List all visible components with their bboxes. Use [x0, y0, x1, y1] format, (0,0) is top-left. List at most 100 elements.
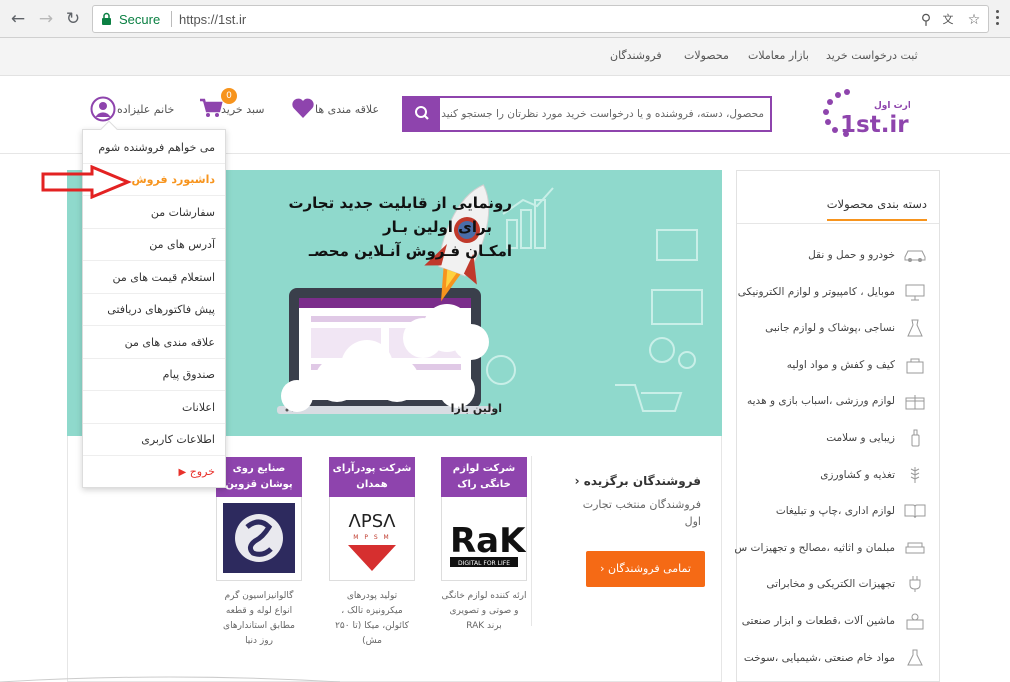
site-logo[interactable]: 1st.ir تجارت اول	[820, 88, 910, 140]
cart-count-badge: 0	[221, 88, 237, 104]
featured-title-label: فروشندگان برگزیده	[583, 474, 701, 488]
search-input[interactable]	[440, 98, 770, 130]
logo-text: 1st.ir	[840, 112, 909, 138]
browser-toolbar: ← → ↻ Secure https://1st.ir ⚲ 文 ☆	[0, 0, 1010, 38]
annotation-arrow-icon	[41, 165, 132, 199]
sofa-icon	[905, 542, 925, 554]
category-label: مبلمان و اثاثیه ،مصالح و تجهیزات س	[734, 542, 895, 554]
monitor-icon	[905, 284, 925, 301]
url-text[interactable]: https://1st.ir	[179, 12, 246, 27]
vendor-logo-text: RaK	[450, 521, 526, 561]
category-item[interactable]: لوازم اداری ،چاپ و تبلیغات	[776, 501, 927, 521]
category-item[interactable]: تغذیه و کشاورزی	[820, 465, 927, 485]
category-label: خودرو و حمل و نقل	[808, 249, 895, 261]
logo-caption: تجارت اول	[874, 101, 910, 111]
search-box	[402, 96, 772, 132]
topbar-link-market[interactable]: بازار معاملات	[748, 49, 809, 62]
dress-icon	[907, 319, 923, 337]
flask-icon	[907, 649, 923, 666]
reload-icon[interactable]: ↻	[63, 9, 83, 29]
translate-icon[interactable]: 文	[939, 11, 957, 29]
category-item[interactable]: مبلمان و اثاثیه ،مصالح و تجهیزات س	[734, 538, 927, 558]
vendor-card[interactable]: صنایع روی پوشان قزوین گالوانیزاسیون گرم …	[216, 457, 302, 649]
vendor-description: ارئه کننده لوازم خانگی و صوتی و تصویری ب…	[441, 591, 527, 631]
menu-item-received-invoices[interactable]: پیش فاکتورهای دریافتی	[83, 294, 225, 326]
vendor-description: تولید پودرهای میکرونیزه تالک ، کائولن، م…	[335, 591, 409, 646]
book-icon	[904, 504, 926, 519]
category-label: موبایل ، کامپیوتر و لوازم الکترونیکی	[737, 286, 895, 298]
category-item[interactable]: ماشین آلات ،قطعات و ابزار صنعتی	[742, 611, 927, 631]
vendor-name: صنایع روی پوشان قزوین	[216, 457, 302, 497]
wheat-icon	[910, 467, 920, 483]
category-item[interactable]: زیبایی و سلامت	[826, 428, 927, 448]
menu-item-my-favorites[interactable]: علاقه مندی های من	[83, 327, 225, 359]
topbar-link-products[interactable]: محصولات	[684, 49, 729, 62]
menu-item-inbox[interactable]: صندوق پیام	[83, 359, 225, 391]
section-divider	[531, 456, 532, 626]
scroll-shadow	[0, 676, 340, 682]
address-bar[interactable]: Secure https://1st.ir ⚲ 文 ☆	[92, 5, 989, 33]
vendor-logo-subtext: M P S M	[353, 534, 391, 541]
category-item[interactable]: موبایل ، کامپیوتر و لوازم الکترونیکی	[738, 282, 927, 302]
category-sidebar: دسته بندی محصولات خودرو و حمل و نقل موبا…	[734, 170, 940, 682]
user-name: خانم علیزاده	[117, 103, 175, 116]
category-label: تغذیه و کشاورزی	[820, 469, 895, 481]
vendor-logo	[216, 497, 302, 581]
category-label: لوازم اداری ،چاپ و تبلیغات	[775, 505, 895, 517]
all-sellers-button[interactable]: تمامی فروشندگان ‹	[586, 551, 705, 587]
menu-item-become-seller[interactable]: می خواهم فروشنده شوم	[83, 132, 225, 164]
menu-item-price-inquiries[interactable]: استعلام قیمت های من	[83, 262, 225, 294]
category-label: لوازم ورزشی ،اسباب بازی و هدیه	[747, 395, 895, 407]
secure-label: Secure	[119, 12, 161, 27]
category-item[interactable]: نساجی ،پوشاک و لوازم جانبی	[765, 318, 927, 338]
vendor-card[interactable]: شرکت پودرآرای همدان ΛPSΛ M P S M تولید پ…	[329, 457, 415, 649]
user-avatar-icon	[90, 96, 116, 122]
banner-line-2: برای اولین بـار	[382, 218, 492, 236]
machine-icon	[906, 613, 924, 630]
category-label: مواد خام صنعتی ،شیمیایی ،سوخت	[743, 652, 895, 664]
category-item[interactable]: تجهیزات الکتریکی و مخابراتی	[766, 574, 927, 594]
topbar-link-sellers[interactable]: فروشندگان	[610, 49, 662, 62]
car-icon	[904, 250, 926, 262]
forward-arrow-icon[interactable]: →	[36, 9, 56, 29]
zoom-icon[interactable]: ⚲	[917, 11, 935, 29]
lock-icon	[102, 12, 111, 25]
search-button[interactable]	[404, 98, 440, 130]
menu-item-notifications[interactable]: اعلانات	[83, 392, 225, 424]
bag-icon	[906, 358, 924, 374]
cart-label: سبد خرید	[221, 103, 265, 116]
category-label: کیف و کفش و مواد اولیه	[786, 359, 895, 371]
wishlist-label: علاقه مندی ها	[315, 103, 380, 116]
sidebar-divider	[737, 223, 939, 224]
bottle-icon	[911, 429, 920, 447]
heart-icon	[292, 98, 314, 118]
logout-label: خروج	[189, 465, 215, 478]
browser-menu-icon[interactable]	[996, 10, 1000, 28]
vendor-name: شرکت پودرآرای همدان	[329, 457, 415, 497]
category-label: زیبایی و سلامت	[826, 432, 895, 444]
menu-item-logout[interactable]: خروج ▶	[83, 456, 225, 488]
vendor-card[interactable]: شرکت لوازم خانگی راک RaK DIGITAL FOR LIF…	[441, 457, 527, 634]
category-label: تجهیزات الکتریکی و مخابراتی	[766, 578, 895, 590]
mpsm-logo: ΛPSΛ M P S M	[348, 511, 396, 571]
back-arrow-icon[interactable]: ←	[8, 9, 28, 29]
menu-item-user-info[interactable]: اطلاعات کاربری	[83, 424, 225, 456]
banner-footer-text: اولین بازا	[450, 402, 502, 415]
all-sellers-label: تمامی فروشندگان	[607, 562, 691, 575]
logout-icon: ▶	[178, 467, 187, 478]
category-item[interactable]: مواد خام صنعتی ،شیمیایی ،سوخت	[744, 648, 927, 668]
topbar-link-request[interactable]: ثبت درخواست خرید	[826, 49, 918, 62]
category-item[interactable]: لوازم ورزشی ،اسباب بازی و هدیه	[747, 391, 927, 411]
menu-item-my-addresses[interactable]: آدرس های من	[83, 229, 225, 261]
category-item[interactable]: خودرو و حمل و نقل	[808, 245, 927, 265]
menu-item-my-orders[interactable]: سفارشات من	[83, 197, 225, 229]
address-separator	[171, 11, 172, 27]
category-label: ماشین آلات ،قطعات و ابزار صنعتی	[741, 615, 895, 627]
vendor-description: گالوانیزاسیون گرم انواع لوله و قطعه مطاب…	[223, 591, 295, 646]
bookmark-star-icon[interactable]: ☆	[965, 11, 983, 29]
featured-title[interactable]: فروشندگان برگزیده ‹	[575, 474, 701, 488]
category-item[interactable]: کیف و کفش و مواد اولیه	[787, 355, 927, 375]
rak-logo: RaK DIGITAL FOR LIFE	[450, 521, 527, 567]
search-icon	[415, 106, 429, 120]
top-links-bar: ثبت درخواست خرید بازار معاملات محصولات ف…	[0, 38, 1010, 76]
